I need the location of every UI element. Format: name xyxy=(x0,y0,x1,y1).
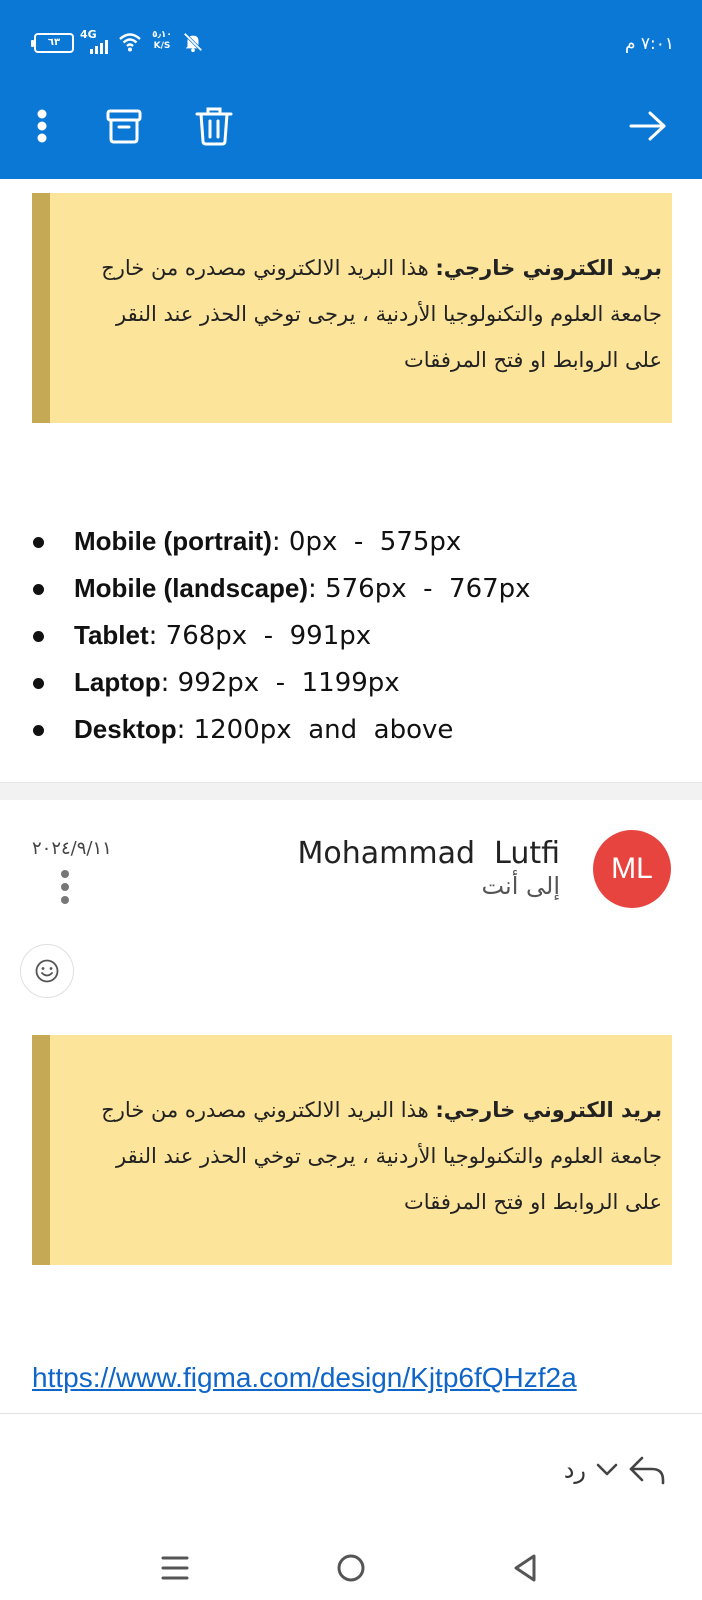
list-item: Mobile (landscape): 576px - 767px xyxy=(30,565,670,612)
reply-arrow-icon xyxy=(629,1456,665,1485)
reply-bar: رد xyxy=(0,1413,702,1533)
home-button[interactable] xyxy=(326,1543,376,1593)
wifi-icon xyxy=(119,33,141,52)
message-divider xyxy=(0,782,702,800)
status-time: ٧:٠١ م xyxy=(624,34,674,54)
external-email-warning: بريد الكتروني خارجي: هذا البريد الالكترو… xyxy=(32,1035,672,1265)
back-button[interactable] xyxy=(500,1543,550,1593)
archive-icon xyxy=(106,109,142,144)
warning-text: بريد الكتروني خارجي: هذا البريد الالكترو… xyxy=(101,256,662,372)
recipient-label[interactable]: إلى أنت xyxy=(481,872,560,900)
delete-button[interactable] xyxy=(188,100,240,152)
notifications-off-icon xyxy=(183,32,203,53)
add-reaction-button[interactable] xyxy=(20,944,74,998)
external-email-warning: بريد الكتروني خارجي: هذا البريد الالكترو… xyxy=(32,193,672,423)
message-date: ٢٠٢٤/٩/١١ xyxy=(32,838,112,859)
app-header: ٦٣ 4G ٥٫١٠ K/S ٧:٠١ م xyxy=(0,0,702,179)
battery-icon: ٦٣ xyxy=(31,33,74,53)
avatar[interactable]: ML xyxy=(593,830,671,908)
battery-level: ٦٣ xyxy=(47,37,61,48)
smiley-icon xyxy=(35,959,59,983)
message-toolbar xyxy=(0,80,702,179)
forward-button[interactable] xyxy=(622,100,674,152)
forward-arrow-icon xyxy=(629,111,666,141)
more-vertical-icon xyxy=(61,870,69,904)
list-item: Desktop: 1200px and above xyxy=(30,706,670,753)
list-item: Tablet: 768px - 991px xyxy=(30,612,670,659)
reply-button[interactable]: رد xyxy=(536,1448,666,1492)
more-options-button[interactable] xyxy=(16,100,68,152)
cellular-signal-icon: 4G xyxy=(80,28,108,56)
breakpoint-list: Mobile (portrait): 0px - 575px Mobile (l… xyxy=(30,518,670,753)
reply-label: رد xyxy=(563,1456,586,1484)
network-speed: ٥٫١٠ K/S xyxy=(152,30,172,51)
back-triangle-icon xyxy=(514,1554,536,1582)
warning-text: بريد الكتروني خارجي: هذا البريد الالكترو… xyxy=(101,1098,662,1214)
more-vertical-icon xyxy=(37,109,47,143)
recent-apps-button[interactable] xyxy=(150,1543,200,1593)
sender-name[interactable]: Mohammad Lutfi xyxy=(298,836,560,871)
list-item: Laptop: 992px - 1199px xyxy=(30,659,670,706)
system-navigation-bar xyxy=(0,1533,702,1600)
archive-button[interactable] xyxy=(98,100,150,152)
home-circle-icon xyxy=(337,1554,365,1582)
message-more-button[interactable] xyxy=(55,868,75,908)
menu-lines-icon xyxy=(161,1556,189,1580)
chevron-down-icon[interactable] xyxy=(596,1463,618,1477)
delete-icon xyxy=(195,107,233,146)
list-item: Mobile (portrait): 0px - 575px xyxy=(30,518,670,565)
status-bar: ٦٣ 4G ٥٫١٠ K/S ٧:٠١ م xyxy=(0,0,702,80)
figma-link[interactable]: https://www.figma.com/design/Kjtp6fQHzf2… xyxy=(32,1362,577,1394)
